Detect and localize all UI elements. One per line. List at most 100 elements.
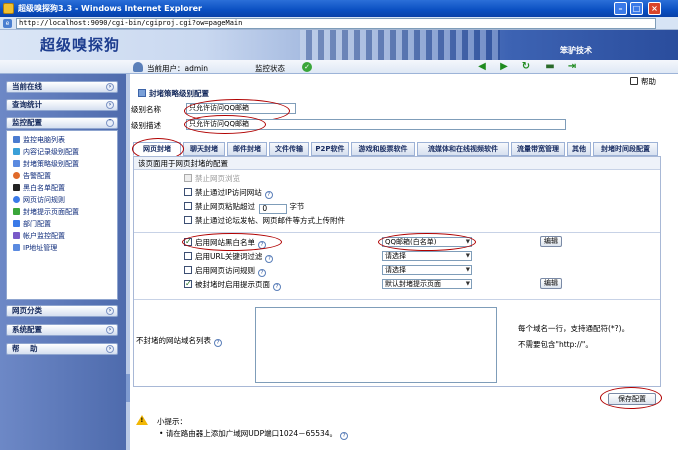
globe-icon xyxy=(13,196,20,203)
back-arrow-icon[interactable]: ◀ xyxy=(476,61,488,73)
forward-arrow-icon[interactable]: ▶ xyxy=(498,61,510,73)
chevron-down-icon: ▼ xyxy=(465,281,470,287)
save-disk-icon[interactable]: ▬ xyxy=(544,61,556,73)
level-desc-input[interactable]: 只允许访问QQ邮箱 xyxy=(186,119,566,130)
tab-game-stock[interactable]: 游戏和股票软件 xyxy=(351,142,415,156)
help-question-icon[interactable]: ? xyxy=(258,269,266,277)
chevron-down-icon: ˅ xyxy=(106,119,114,127)
sidebar-item-web-rules[interactable]: 网页访问规则 xyxy=(13,195,65,205)
help-icon xyxy=(630,77,638,85)
forbid-browse-checkbox[interactable] xyxy=(184,174,192,182)
chevron-right-icon: › xyxy=(106,307,114,315)
tab-block-time[interactable]: 封堵时间段配置 xyxy=(593,142,658,156)
unblocked-hint-2: 不需要包含"http://"。 xyxy=(518,340,593,349)
maximize-icon[interactable]: □ xyxy=(630,2,643,15)
chevron-right-icon: › xyxy=(106,326,114,334)
url-keyword-select[interactable]: 请选择 ▼ xyxy=(382,251,472,261)
sidebar-section-stats[interactable]: 查询统计 › xyxy=(6,99,118,111)
edit-blackwhite-button[interactable]: 编辑 xyxy=(540,236,562,247)
chevron-down-icon: ▼ xyxy=(465,267,470,273)
tips-box: 小提示： • 请在路由器上添加广域网UDP端口1024－65534。? xyxy=(133,414,661,444)
app-logo: 超级嗅探狗 xyxy=(40,36,121,54)
sidebar-item-blackwhite-list[interactable]: 黑白名单配置 xyxy=(13,183,65,193)
forbid-size-option[interactable]: 禁止网页粘贴超过 0 字节 xyxy=(184,201,304,214)
sidebar-section-web-category[interactable]: 网页分类 › xyxy=(6,305,118,317)
tab-p2p[interactable]: P2P软件 xyxy=(311,142,349,156)
forbid-browse-option[interactable]: 禁止网页浏览 xyxy=(184,173,240,184)
tab-web-block[interactable]: 网页封堵 xyxy=(133,142,181,156)
sidebar-item-block-page[interactable]: 封堵提示页面配置 xyxy=(13,207,79,217)
sidebar-item-record-level[interactable]: 内容记录级别配置 xyxy=(13,147,79,157)
rule-checkbox[interactable] xyxy=(184,236,192,247)
unblocked-domains-textarea[interactable] xyxy=(255,307,497,383)
sidebar-item-department[interactable]: 部门配置 xyxy=(13,219,51,229)
help-question-icon[interactable]: ? xyxy=(273,283,281,291)
tab-media-video[interactable]: 流媒体和在线视频软件 xyxy=(417,142,509,156)
help-question-icon[interactable]: ? xyxy=(258,241,266,249)
close-icon[interactable]: × xyxy=(648,2,661,15)
refresh-icon[interactable]: ↻ xyxy=(520,61,532,73)
main-content: 帮助 封堵策略级别配置 级别名称 只允许访问QQ邮箱 级别描述 只允许访问QQ邮… xyxy=(130,74,678,450)
rule-checkbox[interactable] xyxy=(184,278,192,289)
block-page-select[interactable]: 默认封堵提示页面 ▼ xyxy=(382,279,472,289)
window-title-bar: 超级嗅探狗3.3 - Windows Internet Explorer – □… xyxy=(0,0,678,17)
rule-web-access[interactable]: 启用网页访问规则? xyxy=(184,265,266,277)
sidebar-item-block-level[interactable]: 封堵策略级别配置 xyxy=(13,159,79,169)
tips-title: 小提示： xyxy=(157,417,187,426)
exit-icon[interactable]: ⇥ xyxy=(566,61,578,73)
sidebar-section-label: 查询统计 xyxy=(12,100,42,109)
help-question-icon[interactable]: ? xyxy=(265,255,274,263)
minimize-icon[interactable]: – xyxy=(614,2,627,15)
left-sidebar: 当前在线 › 查询统计 › 监控配置 ˅ 监控电脑列表 内容记录级别配置 封堵策… xyxy=(0,74,126,450)
block-icon xyxy=(13,160,20,167)
ie-page-icon: e xyxy=(3,19,12,28)
sidebar-section-monitor-config[interactable]: 监控配置 ˅ xyxy=(6,117,118,129)
window-title: 超级嗅探狗3.3 - Windows Internet Explorer xyxy=(18,4,202,13)
rule-checkbox[interactable] xyxy=(184,252,192,260)
forbid-ip-checkbox[interactable] xyxy=(184,188,192,196)
tab-mail-block[interactable]: 邮件封堵 xyxy=(227,142,267,156)
url-field[interactable]: http://localhost:9090/cgi-bin/cgiproj.cg… xyxy=(16,18,656,29)
rule-blackwhite-list[interactable]: 启用网站黑白名单? xyxy=(184,236,266,249)
unblocked-list-label: 不封堵的网站域名列表? xyxy=(136,335,222,347)
forbid-upload-option[interactable]: 禁止通过论坛发帖、网页邮件等方式上传附件 xyxy=(184,215,345,226)
help-question-icon[interactable]: ? xyxy=(264,191,273,199)
help-link[interactable]: 帮助 xyxy=(630,76,656,87)
edit-block-page-button[interactable]: 编辑 xyxy=(540,278,562,289)
sidebar-section-online[interactable]: 当前在线 › xyxy=(6,81,118,93)
tab-other[interactable]: 其他 xyxy=(567,142,591,156)
status-strip: 当前用户：admin 监控状态 ✓ ◀ ▶ ↻ ▬ ⇥ xyxy=(0,60,678,74)
sidebar-item-monitor-pcs[interactable]: 监控电脑列表 xyxy=(13,135,65,145)
sidebar-section-label: 系统配置 xyxy=(12,325,42,334)
panel-header: 该页面用于网页封堵的配置 xyxy=(134,157,660,170)
help-question-icon[interactable]: ? xyxy=(340,432,349,440)
sidebar-section-system[interactable]: 系统配置 › xyxy=(6,324,118,336)
rule-block-page[interactable]: 被封堵时启用提示页面? xyxy=(184,278,281,291)
tips-item: • 请在路由器上添加广域网UDP端口1024－65534。? xyxy=(159,428,349,440)
sidebar-section-help[interactable]: 帮 助 › xyxy=(6,343,118,355)
tab-file-transfer[interactable]: 文件传输 xyxy=(269,142,309,156)
size-limit-input[interactable]: 0 xyxy=(259,204,288,214)
tab-chat-block[interactable]: 聊天封堵 xyxy=(183,142,225,156)
save-config-button[interactable]: 保存配置 xyxy=(608,393,656,405)
web-access-select[interactable]: 请选择 ▼ xyxy=(382,265,472,275)
config-icon xyxy=(138,89,146,97)
rule-url-keyword[interactable]: 启用URL关键词过滤? xyxy=(184,251,274,263)
forbid-upload-checkbox[interactable] xyxy=(184,216,192,224)
rule-checkbox[interactable] xyxy=(184,266,192,274)
forbid-size-checkbox[interactable] xyxy=(184,202,192,210)
forbid-ip-option[interactable]: 禁止通过IP访问网站? xyxy=(184,187,273,199)
computer-icon xyxy=(13,136,20,143)
sidebar-item-ip[interactable]: IP地址管理 xyxy=(13,243,57,253)
sidebar-item-alarm[interactable]: 告警配置 xyxy=(13,171,51,181)
sidebar-item-account[interactable]: 帐户监控配置 xyxy=(13,231,65,241)
record-icon xyxy=(13,148,20,155)
help-question-icon[interactable]: ? xyxy=(214,339,222,347)
chevron-down-icon: ▼ xyxy=(465,253,470,259)
blackwhite-select[interactable]: QQ邮箱(白名单) ▼ xyxy=(382,237,472,247)
level-name-input[interactable]: 只允许访问QQ邮箱 xyxy=(186,103,296,114)
tab-bar: 网页封堵 聊天封堵 邮件封堵 文件传输 P2P软件 游戏和股票软件 流媒体和在线… xyxy=(133,142,658,156)
warning-icon xyxy=(136,415,148,425)
address-bar: e http://localhost:9090/cgi-bin/cgiproj.… xyxy=(0,17,678,30)
tab-bandwidth[interactable]: 流量带宽管理 xyxy=(511,142,565,156)
